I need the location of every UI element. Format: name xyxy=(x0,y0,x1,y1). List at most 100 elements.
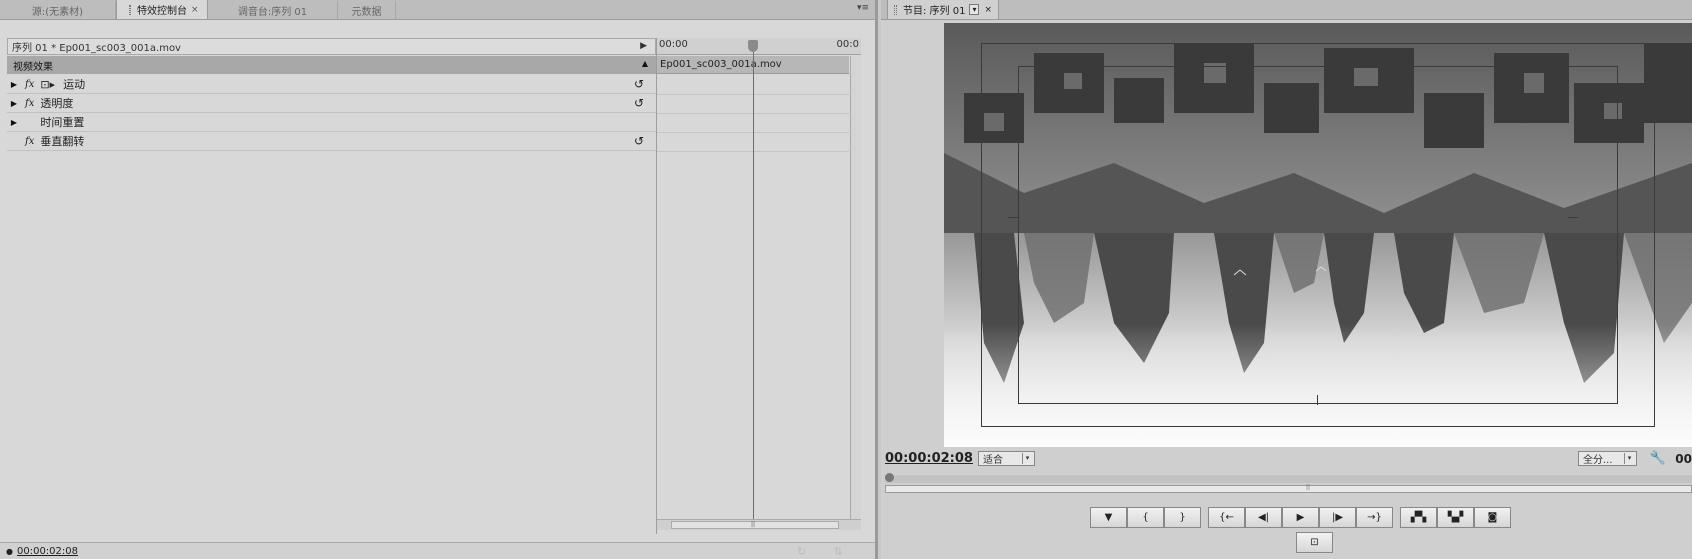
wrench-settings-icon[interactable]: 🔧 xyxy=(1650,451,1666,466)
go-to-in-button[interactable]: {← xyxy=(1208,507,1245,528)
step-forward-icon: |▶ xyxy=(1331,512,1344,523)
playhead-line[interactable] xyxy=(753,52,754,530)
camera-icon: ◙ xyxy=(1487,512,1498,523)
marker-icon: ▼ xyxy=(1104,512,1113,523)
transform-icon[interactable]: ⊡▸ xyxy=(40,78,55,91)
step-back-icon: ◀| xyxy=(1257,512,1270,523)
ruler-track[interactable] xyxy=(885,475,1692,483)
vertical-scrollbar[interactable] xyxy=(850,56,861,526)
step-back-button[interactable]: ◀| xyxy=(1245,507,1282,528)
clip-header: 序列 01 * Ep001_sc003_001a.mov ▶ xyxy=(7,38,656,55)
left-tabbar: 源:(无素材) 特效控制台 × 调音台:序列 01 元数据 ▾≡ xyxy=(0,0,875,20)
fx-toggle-icon[interactable]: fx xyxy=(25,136,34,147)
monitor-time-ruler[interactable]: || xyxy=(885,472,1692,493)
show-timeline-arrow-icon[interactable]: ▶ xyxy=(640,41,647,51)
effect-label: 时间重置 xyxy=(40,116,85,129)
playback-resolution-select[interactable]: 全分... ▾ xyxy=(1578,451,1637,466)
tab-audio-mixer-label: 调音台:序列 01 xyxy=(237,6,308,18)
expand-triangle-icon[interactable]: ▶ xyxy=(7,99,21,108)
mark-out-button[interactable]: } xyxy=(1164,507,1201,528)
expand-triangle-icon[interactable]: ▶ xyxy=(7,80,21,89)
step-forward-button[interactable]: |▶ xyxy=(1319,507,1356,528)
playhead-timecode[interactable]: 00:00:02:08 xyxy=(885,451,973,466)
effect-label: 运动 xyxy=(63,78,86,91)
zoom-bar-grip-icon: || xyxy=(1306,484,1311,491)
ruler-start-time: 00:00 xyxy=(659,39,688,50)
chevron-down-icon[interactable]: ▾ xyxy=(1624,453,1634,464)
zoom-bar[interactable]: || xyxy=(885,484,1692,493)
ruler-end-time: 00:0 xyxy=(836,39,859,50)
zoom-level-value: 适合 xyxy=(983,455,1003,466)
effect-controls-footer: ● 00:00:02:08 ↻ ⇅ xyxy=(0,542,875,559)
marker-icon: ● xyxy=(6,546,13,556)
effect-row-opacity[interactable]: ▶ fx 透明度 ↺ xyxy=(7,94,656,113)
transport-controls: ▼ { } {← ◀| ▶ |▶ →} ▞▚ ▚▞ ◙ xyxy=(1090,507,1511,529)
sequence-dropdown-icon[interactable]: ▾ xyxy=(969,4,980,15)
effect-label: 透明度 xyxy=(40,97,74,110)
grip-icon[interactable] xyxy=(894,4,897,15)
collapse-up-icon[interactable]: ▲ xyxy=(642,59,648,68)
playhead-icon[interactable] xyxy=(748,40,758,52)
monitor-playhead-icon[interactable] xyxy=(885,473,894,482)
mark-in-button[interactable]: { xyxy=(1127,507,1164,528)
video-effects-section: 视频效果 ▲ xyxy=(7,56,656,74)
scroll-grip-icon: || xyxy=(751,521,756,528)
time-ruler[interactable]: 00:00 00:0 xyxy=(657,38,861,55)
extract-icon: ▚▞ xyxy=(1447,512,1464,523)
lift-button[interactable]: ▞▚ xyxy=(1400,507,1437,528)
go-to-out-button[interactable]: →} xyxy=(1356,507,1393,528)
go-to-out-icon: →} xyxy=(1367,512,1382,523)
reset-icon[interactable]: ↺ xyxy=(634,77,644,91)
effect-controls-panel: 源:(无素材) 特效控制台 × 调音台:序列 01 元数据 ▾≡ 序列 01 *… xyxy=(0,0,878,559)
tab-effect-controls-label: 特效控制台 xyxy=(137,6,187,17)
tab-program-label: 节目: 序列 01 xyxy=(903,6,966,17)
chevron-down-icon[interactable]: ▾ xyxy=(1022,453,1032,464)
play-icon: ▶ xyxy=(1296,512,1305,523)
effect-row-motion[interactable]: ▶ fx ⊡▸ 运动 ↺ xyxy=(7,75,656,94)
close-icon[interactable]: × xyxy=(191,5,199,15)
mark-in-icon: { xyxy=(1142,512,1149,523)
go-to-in-icon: {← xyxy=(1219,512,1234,523)
program-video-frame[interactable] xyxy=(944,23,1692,447)
grip-icon[interactable] xyxy=(129,4,131,15)
center-mark-bottom xyxy=(1317,395,1318,405)
add-marker-button[interactable]: ▼ xyxy=(1090,507,1127,528)
right-tabbar: 节目: 序列 01 ▾ × xyxy=(881,0,1692,20)
program-monitor-panel: 节目: 序列 01 ▾ × 00:00:02:08 适合 ▾ 全分... ▾ 🔧… xyxy=(881,0,1692,559)
reset-icon[interactable]: ↺ xyxy=(634,134,644,148)
expand-triangle-icon[interactable]: ▶ xyxy=(7,118,21,127)
tab-audio-mixer[interactable]: 调音台:序列 01 xyxy=(208,1,338,19)
fx-toggle-icon[interactable]: fx xyxy=(25,98,34,109)
tab-metadata[interactable]: 元数据 xyxy=(338,1,396,19)
effect-label: 垂直翻转 xyxy=(40,135,85,148)
footer-icons[interactable]: ↻ ⇅ xyxy=(797,545,855,558)
play-button[interactable]: ▶ xyxy=(1282,507,1319,528)
extract-button[interactable]: ▚▞ xyxy=(1437,507,1474,528)
center-mark-right xyxy=(1568,217,1578,218)
close-icon[interactable]: × xyxy=(984,5,992,15)
current-timecode[interactable]: 00:00:02:08 xyxy=(17,546,78,557)
export-frame-button[interactable]: ◙ xyxy=(1474,507,1511,528)
effect-row-vertical-flip[interactable]: fx 垂直翻转 ↺ xyxy=(7,132,656,151)
panel-menu-icon[interactable]: ▾≡ xyxy=(857,3,869,13)
effects-list: ▶ fx ⊡▸ 运动 ↺ ▶ fx 透明度 ↺ ▶ fx 时间重置 fx 垂直翻… xyxy=(7,75,656,151)
fx-toggle-icon[interactable]: fx xyxy=(25,79,34,90)
duration-timecode: 00 xyxy=(1675,452,1692,466)
tab-source[interactable]: 源:(无素材) xyxy=(0,1,116,19)
tab-source-label: 源:(无素材) xyxy=(31,6,84,18)
safe-margins-button[interactable]: ⊡ xyxy=(1296,532,1333,553)
monitor-toolbar: 00:00:02:08 适合 ▾ 全分... ▾ 🔧 00 xyxy=(881,448,1692,470)
safe-margins-icon: ⊡ xyxy=(1310,537,1319,548)
clip-name: Ep001_sc003_001a.mov xyxy=(660,59,782,70)
tab-program[interactable]: 节目: 序列 01 ▾ × xyxy=(887,0,1000,19)
fx-toggle-icon: fx xyxy=(25,116,35,128)
tab-metadata-label: 元数据 xyxy=(351,6,382,18)
clip-header-title: 序列 01 * Ep001_sc003_001a.mov xyxy=(12,43,181,54)
zoom-level-select[interactable]: 适合 ▾ xyxy=(978,451,1035,466)
horizontal-zoom-scrollbar[interactable]: || xyxy=(657,519,861,530)
mark-out-icon: } xyxy=(1179,512,1186,523)
effect-row-time-remapping[interactable]: ▶ fx 时间重置 xyxy=(7,113,656,132)
tab-effect-controls[interactable]: 特效控制台 × xyxy=(116,0,208,19)
mini-timeline: 00:00 00:0 Ep001_sc003_001a.mov || xyxy=(657,38,861,534)
reset-icon[interactable]: ↺ xyxy=(634,96,644,110)
